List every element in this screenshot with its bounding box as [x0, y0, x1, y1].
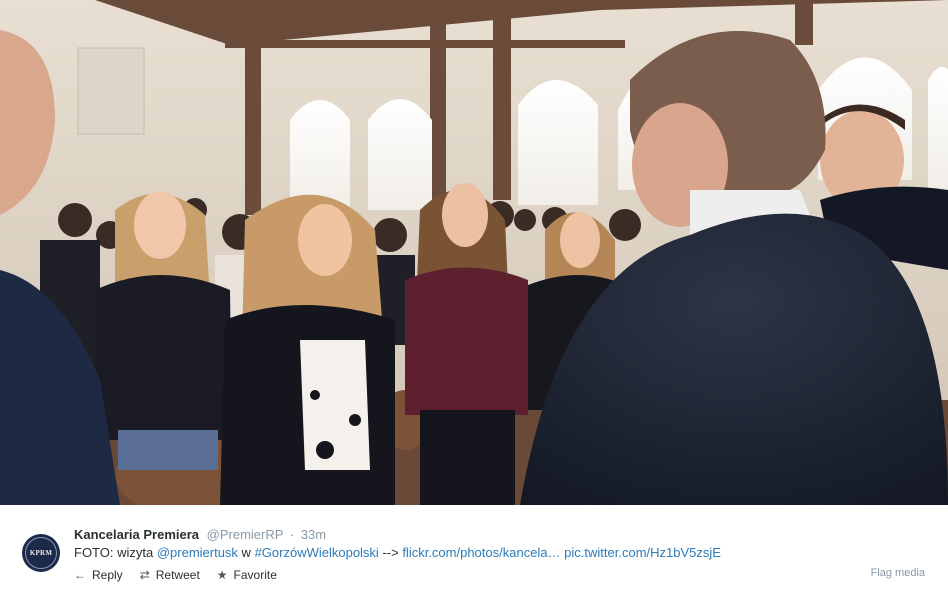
- tweet-text-prefix: FOTO: wizyta: [74, 545, 157, 560]
- display-name[interactable]: Kancelaria Premiera: [74, 527, 199, 542]
- pic-link[interactable]: pic.twitter.com/Hz1bV5zsjE: [564, 545, 721, 560]
- photo-illustration: [0, 0, 948, 505]
- favorite-button[interactable]: ★ Favorite: [217, 568, 277, 582]
- tweet-photo[interactable]: [0, 0, 948, 505]
- tweet-text: FOTO: wizyta @premiertusk w #GorzówWielk…: [74, 545, 721, 560]
- flickr-link[interactable]: flickr.com/photos/kancela…: [402, 545, 560, 560]
- star-icon: ★: [216, 568, 228, 582]
- retweet-label: Retweet: [155, 568, 200, 582]
- avatar-ring-icon: [25, 537, 57, 569]
- tweet-header: Kancelaria Premiera @PremierRP · 33m: [74, 527, 326, 542]
- avatar[interactable]: KPRM: [22, 534, 60, 572]
- retweet-button[interactable]: ⇄ Retweet: [140, 568, 200, 582]
- reply-button[interactable]: ← Reply: [74, 568, 123, 582]
- mention-link[interactable]: @premiertusk: [157, 545, 238, 560]
- tweet-timestamp[interactable]: 33m: [301, 527, 326, 542]
- tweet-text-arrow: -->: [378, 545, 403, 560]
- hashtag-link[interactable]: #GorzówWielkopolski: [255, 545, 379, 560]
- reply-arrow-icon: ←: [74, 568, 86, 582]
- reply-label: Reply: [92, 568, 123, 582]
- header-separator: ·: [289, 527, 295, 542]
- retweet-icon: ⇄: [139, 568, 150, 582]
- tweet-card: KPRM Kancelaria Premiera @PremierRP · 33…: [0, 505, 948, 593]
- user-handle[interactable]: @PremierRP: [207, 527, 284, 542]
- favorite-label: Favorite: [233, 568, 277, 582]
- tweet-actions: ← Reply ⇄ Retweet ★ Favorite: [74, 568, 294, 582]
- tweet-text-mid: w: [237, 545, 255, 560]
- flag-media-link[interactable]: Flag media: [871, 567, 925, 579]
